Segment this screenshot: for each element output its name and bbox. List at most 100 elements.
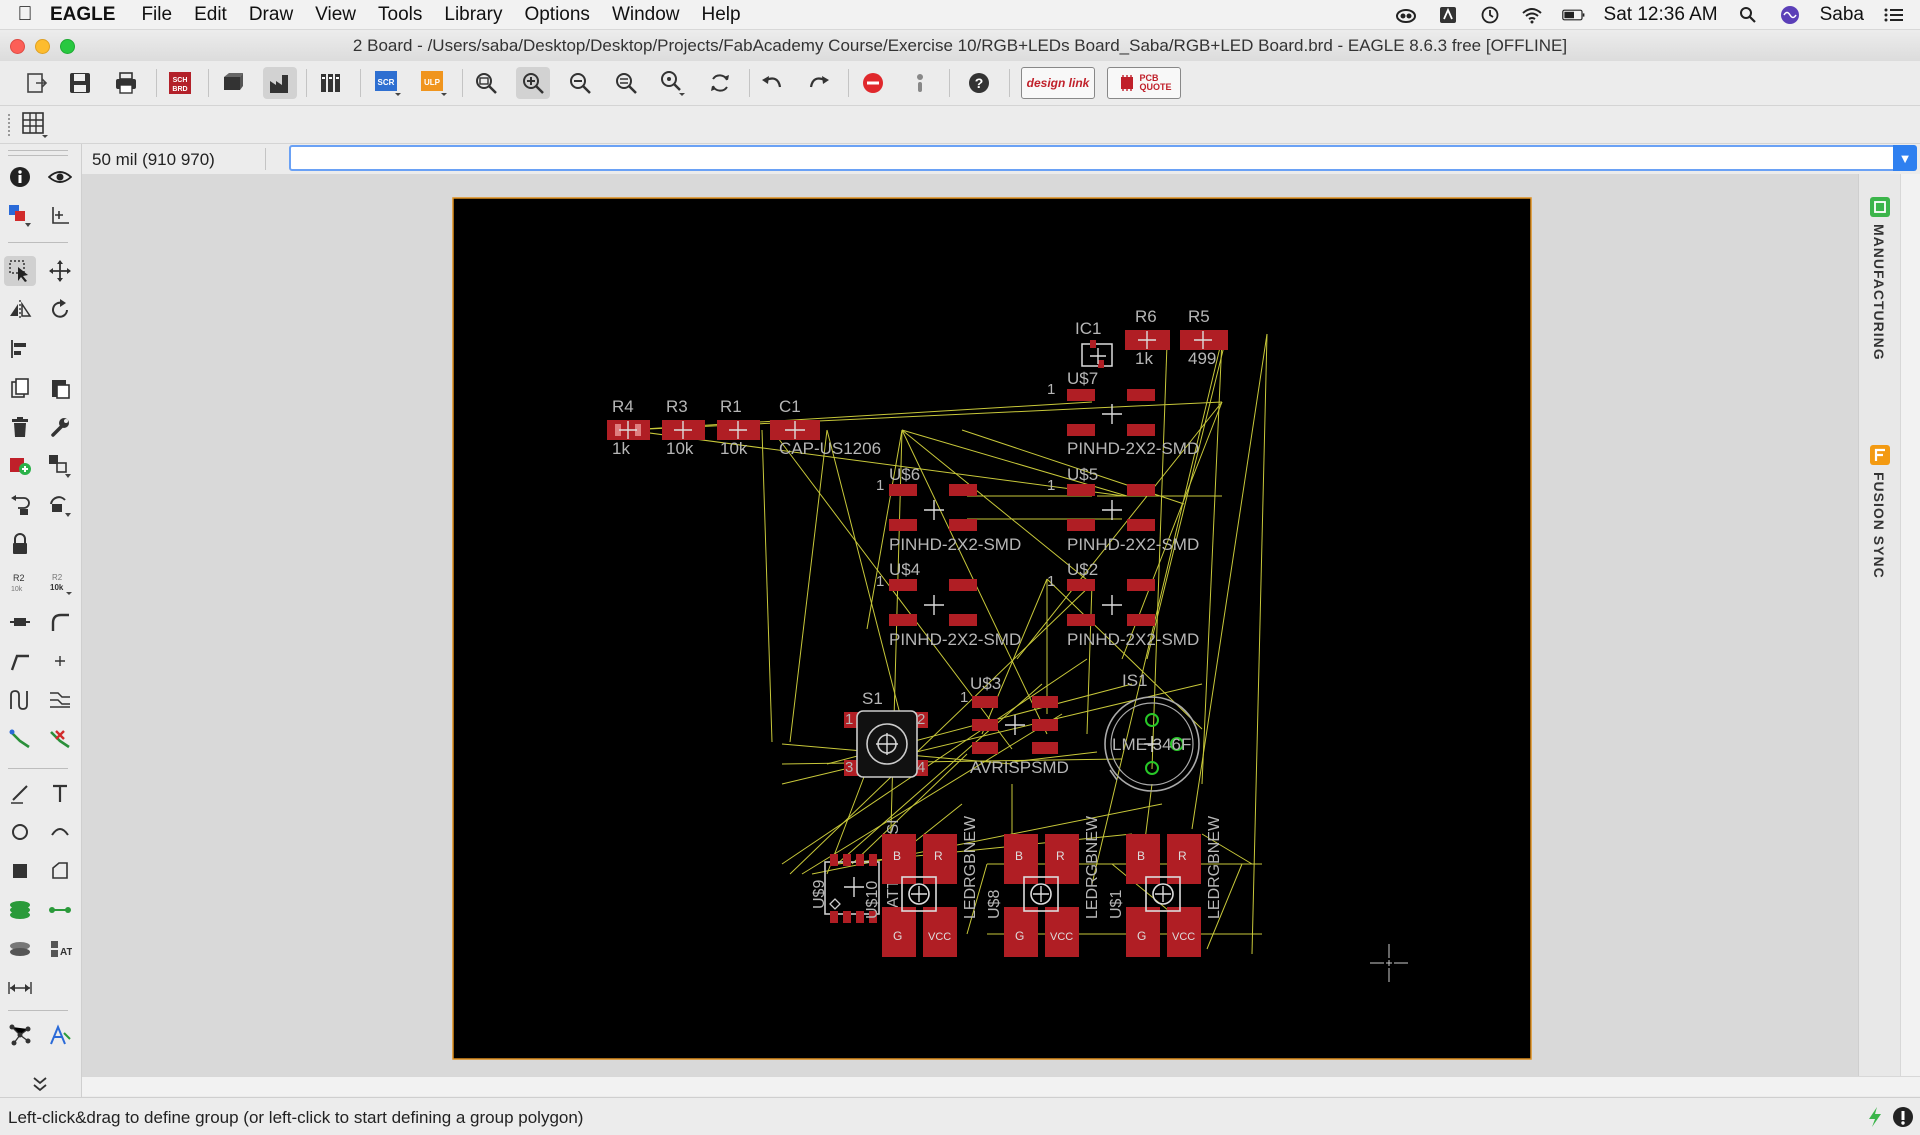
optimize-tool[interactable] <box>44 646 76 676</box>
attribute-tool[interactable]: AT <box>44 934 76 964</box>
add-tool[interactable] <box>4 451 36 481</box>
library-manager-button[interactable] <box>315 67 349 99</box>
menu-library[interactable]: Library <box>444 4 502 26</box>
minimize-window-button[interactable] <box>35 39 50 54</box>
menu-edit[interactable]: Edit <box>194 4 227 26</box>
run-script-button[interactable]: SCR <box>371 67 405 99</box>
via-tool[interactable] <box>4 895 36 925</box>
palette-grip[interactable] <box>8 150 68 151</box>
help-button[interactable]: ? <box>962 67 996 99</box>
replace-tool[interactable] <box>44 451 76 481</box>
spotlight-search-icon[interactable] <box>1736 5 1760 25</box>
print-button[interactable] <box>109 67 143 99</box>
group-tool[interactable] <box>4 256 36 286</box>
name-tool[interactable]: R2 10k <box>4 568 36 598</box>
value-tool[interactable]: R2 10k <box>44 568 76 598</box>
ratsnest-tool[interactable] <box>4 1020 36 1050</box>
hole-tool[interactable] <box>4 934 36 964</box>
open-file-button[interactable] <box>20 67 54 99</box>
redraw-button[interactable] <box>703 67 737 99</box>
rotate-tool[interactable] <box>44 295 76 325</box>
clock[interactable]: Sat 12:36 AM <box>1604 4 1718 26</box>
autorouter-tool[interactable] <box>44 1020 76 1050</box>
stop-button[interactable] <box>856 67 890 99</box>
command-line-input[interactable] <box>289 145 1903 171</box>
copy-tool[interactable] <box>4 373 36 403</box>
line-tool[interactable] <box>4 778 36 808</box>
menu-tools[interactable]: Tools <box>378 4 422 26</box>
siri-icon[interactable] <box>1778 5 1802 25</box>
text-tool[interactable] <box>44 778 76 808</box>
circle-tool[interactable] <box>4 817 36 847</box>
move-tool[interactable] <box>44 256 76 286</box>
go-button[interactable] <box>903 67 937 99</box>
design-link-button[interactable]: design link <box>1021 67 1095 99</box>
menu-view[interactable]: View <box>315 4 356 26</box>
split-tool[interactable] <box>4 646 36 676</box>
change-tool[interactable] <box>44 412 76 442</box>
command-history-dropdown[interactable]: ▼ <box>1893 145 1917 171</box>
miter-tool[interactable] <box>44 607 76 637</box>
zoom-in-button[interactable] <box>516 67 550 99</box>
layer-settings-tool[interactable] <box>4 201 36 231</box>
route-tool[interactable] <box>4 724 36 754</box>
redo-button[interactable] <box>802 67 836 99</box>
dimension-tool[interactable] <box>4 973 36 1003</box>
ripup-tool[interactable] <box>44 724 76 754</box>
mirror-tool[interactable] <box>4 295 36 325</box>
route-multiple-tool[interactable] <box>44 685 76 715</box>
close-window-button[interactable] <box>10 39 25 54</box>
grid-button[interactable] <box>18 109 52 141</box>
horizontal-scrollbar[interactable] <box>82 1076 1920 1096</box>
rectangle-tool[interactable] <box>4 856 36 886</box>
undo-button[interactable] <box>755 67 789 99</box>
menu-help[interactable]: Help <box>702 4 741 26</box>
menu-file[interactable]: File <box>141 4 172 26</box>
arc-tool[interactable] <box>44 817 76 847</box>
run-ulp-button[interactable]: ULP <box>417 67 451 99</box>
mark-tool[interactable] <box>44 201 76 231</box>
paste-tool[interactable] <box>44 373 76 403</box>
zoom-window-button[interactable] <box>60 39 75 54</box>
3d-view-button[interactable] <box>216 67 250 99</box>
polygon-tool[interactable] <box>44 856 76 886</box>
swap-tool[interactable] <box>4 490 36 520</box>
delete-tool[interactable] <box>4 412 36 442</box>
save-button[interactable] <box>63 67 97 99</box>
board-editor-canvas[interactable]: R4 1k R3 10k R1 10k C1 CAP-US1206 IC1 R6… <box>82 174 1900 1076</box>
smash-tool[interactable] <box>4 607 36 637</box>
wifi-icon[interactable] <box>1520 5 1544 25</box>
creative-cloud-icon[interactable] <box>1394 5 1418 25</box>
manufacturing-tab[interactable]: MANUFACTURING <box>1859 196 1901 376</box>
lightning-icon[interactable] <box>1866 1106 1884 1128</box>
info-tool[interactable] <box>4 162 36 192</box>
battery-icon[interactable] <box>1561 5 1586 25</box>
notification-center-icon[interactable] <box>1882 5 1906 25</box>
toolbar-grip[interactable] <box>8 114 12 136</box>
cam-processor-button[interactable] <box>263 67 297 99</box>
menu-options[interactable]: Options <box>524 4 589 26</box>
zoom-select-button[interactable] <box>609 67 643 99</box>
pcb-quote-button[interactable]: PCB QUOTE <box>1107 67 1181 99</box>
adobe-acrobat-icon[interactable] <box>1436 5 1460 25</box>
align-tool[interactable] <box>4 334 36 364</box>
vertical-scrollbar[interactable] <box>1900 174 1920 1076</box>
fusion-sync-tab[interactable]: FUSION SYNC <box>1859 444 1901 624</box>
zoom-options-button[interactable] <box>656 67 690 99</box>
expand-palette-chevron-icon[interactable] <box>24 1069 56 1099</box>
lock-tool[interactable] <box>4 529 36 559</box>
menu-draw[interactable]: Draw <box>249 4 293 26</box>
sch-brd-switch-button[interactable]: SCH BRD <box>163 67 197 99</box>
user-name[interactable]: Saba <box>1820 4 1864 26</box>
apple-menu-icon[interactable]:  <box>0 3 50 26</box>
time-machine-icon[interactable] <box>1478 5 1502 25</box>
app-menu[interactable]: EAGLE <box>50 4 115 26</box>
signal-tool[interactable] <box>44 895 76 925</box>
menu-window[interactable]: Window <box>612 4 680 26</box>
zoom-out-button[interactable] <box>563 67 597 99</box>
lock-rotate-tool[interactable] <box>44 490 76 520</box>
meander-tool[interactable] <box>4 685 36 715</box>
show-tool[interactable] <box>44 162 76 192</box>
alert-icon[interactable] <box>1892 1106 1914 1128</box>
zoom-to-fit-button[interactable] <box>469 67 503 99</box>
